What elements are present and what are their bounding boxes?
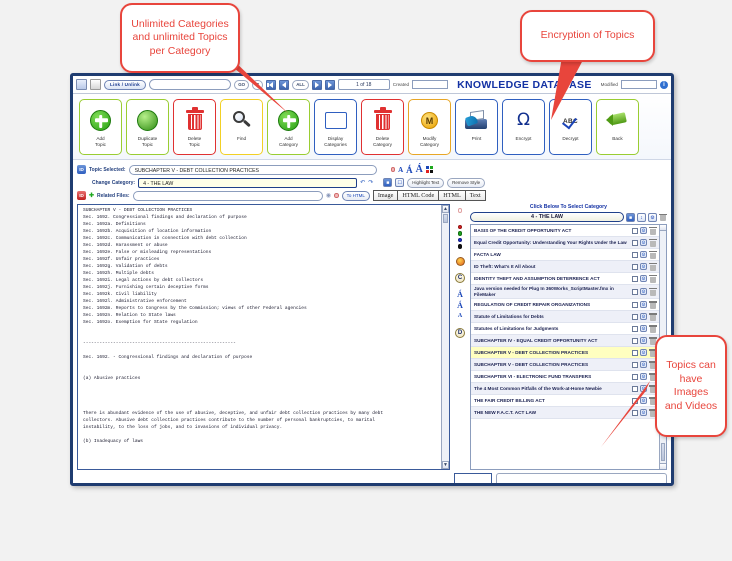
callout-media-text: Topics can have Images and Videos <box>664 359 718 413</box>
callout-encryption: Encryption of Topics <box>520 10 655 62</box>
callout-encryption-text: Encryption of Topics <box>541 29 635 43</box>
callout-pointer-lines <box>0 0 732 561</box>
callout-media: Topics can have Images and Videos <box>655 335 727 437</box>
callout-categories: Unlimited Categories and unlimited Topic… <box>120 3 240 73</box>
screenshot-root: Unlimited Categories and unlimited Topic… <box>0 0 732 561</box>
callout-categories-text: Unlimited Categories and unlimited Topic… <box>129 18 231 59</box>
